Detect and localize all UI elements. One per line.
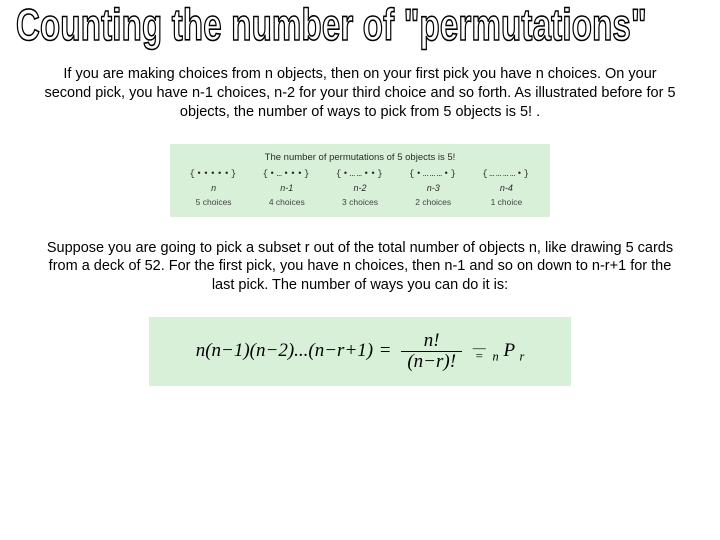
group-note: 2 choices [400,197,467,207]
panel-title: The number of permutations of 5 objects … [180,152,540,163]
group-note: 4 choices [253,197,320,207]
fraction-numerator: n! [401,331,462,352]
group-vis: {•…•••} [253,169,320,179]
panel-row-vars: n n-1 n-2 n-3 n-4 [180,183,540,193]
identity-symbol: —= [473,344,486,358]
equals-sign: = [378,340,393,361]
group-var: n [180,183,247,193]
panel-row-braces: {•••••} {•…•••} {•……••} {•………•} {…………•} [180,169,540,179]
perm-sub-n: n [493,350,499,364]
slide: Counting the number of "permutations" If… [0,0,720,540]
group-vis: {…………•} [473,169,540,179]
illustration-panel: The number of permutations of 5 objects … [170,144,550,217]
formula-lhs: n(n−1)(n−2)...(n−r+1) [196,340,373,361]
group-var: n-4 [473,183,540,193]
group-vis: {•………•} [400,169,467,179]
group-note: 5 choices [180,197,247,207]
group-vis: {•••••} [180,169,247,179]
fraction-denominator: (n−r)! [401,352,462,372]
perm-sub-r: r [519,350,524,364]
panel-row-notes: 5 choices 4 choices 3 choices 2 choices … [180,197,540,207]
group-note: 1 choice [473,197,540,207]
paragraph-intro: If you are making choices from n objects… [40,65,680,122]
group-var: n-2 [326,183,393,193]
formula-fraction: n! (n−r)! [401,331,462,372]
perm-P: P [503,340,514,361]
group-var: n-1 [253,183,320,193]
group-note: 3 choices [326,197,393,207]
slide-title: Counting the number of "permutations" [16,2,706,47]
group-vis: {•……••} [326,169,393,179]
group-var: n-3 [400,183,467,193]
paragraph-subset: Suppose you are going to pick a subset r… [40,239,680,296]
formula-panel: n(n−1)(n−2)...(n−r+1) = n! (n−r)! —= n P… [149,317,571,386]
